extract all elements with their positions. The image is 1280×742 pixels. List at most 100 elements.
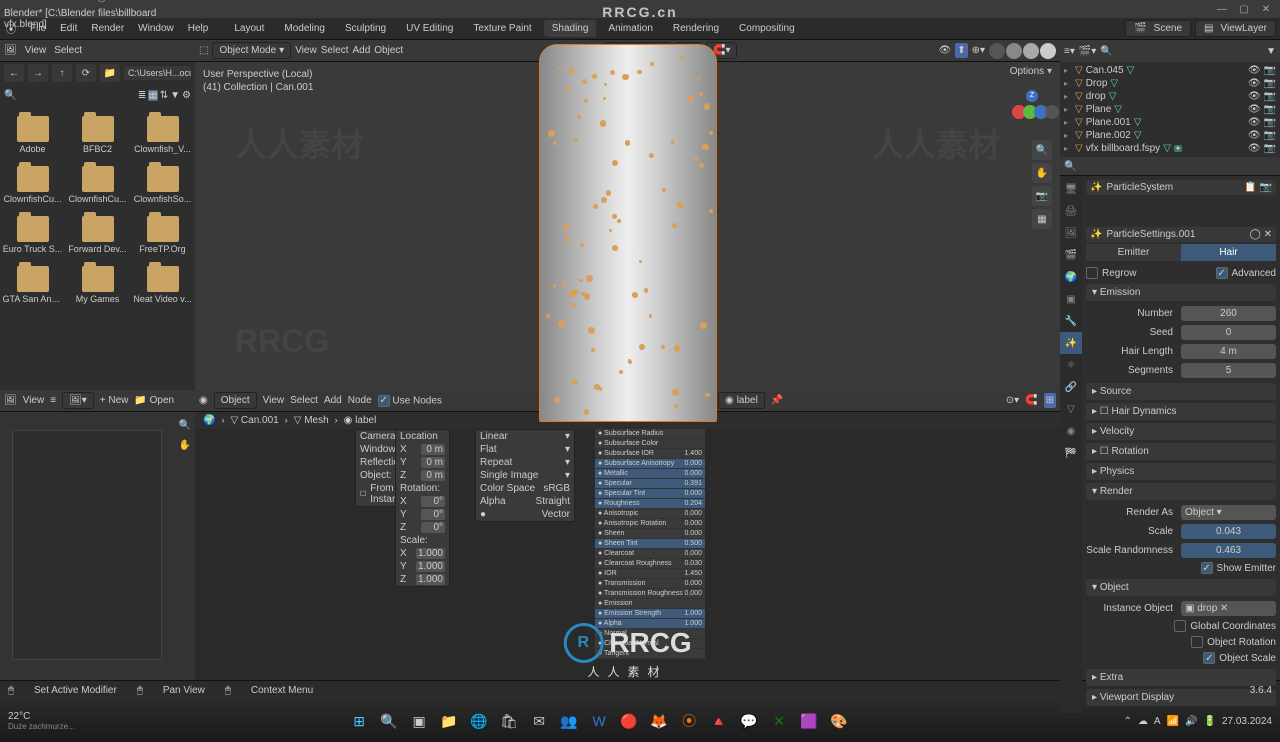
nav-newfolder-button[interactable]: 📁	[100, 64, 120, 82]
scene-selector[interactable]: 🎬Scene	[1125, 20, 1191, 37]
weather-temp[interactable]: 22°C	[8, 711, 75, 722]
tb-chrome[interactable]: 🔴	[616, 708, 642, 734]
tab-modeling[interactable]: Modeling	[276, 20, 333, 37]
bsdf-row[interactable]: ● Emission Strength1.000	[595, 609, 705, 619]
tab-rendering[interactable]: Rendering	[665, 20, 727, 37]
ptab-constraint[interactable]: 🔗	[1060, 376, 1082, 398]
camera-icon[interactable]: 📷	[1264, 104, 1276, 115]
bc-mat[interactable]: ◉ label	[344, 415, 377, 426]
tray-bat[interactable]: 🔋	[1203, 716, 1215, 727]
tb-teams[interactable]: 👥	[556, 708, 582, 734]
tray-cloud[interactable]: ☁	[1138, 716, 1148, 727]
node-overlay[interactable]: ⊙▾	[1006, 395, 1019, 406]
psys-name-field[interactable]: ✨ ParticleSystem📋 📷	[1086, 180, 1276, 195]
vp-options[interactable]: Options ▾	[1010, 66, 1052, 77]
outliner-row[interactable]: ▸▽Drop ▽👁📷	[1062, 77, 1278, 90]
bsdf-row[interactable]: ● Clearcoat Roughness0.030	[595, 559, 705, 569]
pan-tool[interactable]: ✋	[1032, 163, 1052, 183]
minimize-button[interactable]: —	[1212, 2, 1232, 16]
node-add[interactable]: Add	[324, 395, 342, 406]
outliner-row[interactable]: ▸▽drop ▽👁📷	[1062, 90, 1278, 103]
outliner-row[interactable]: ▸▽Can.045 ▽👁📷	[1062, 64, 1278, 77]
bc-world-icon[interactable]: 🌍	[203, 415, 215, 426]
node-select[interactable]: Select	[290, 395, 318, 406]
tab-uv[interactable]: UV Editing	[398, 20, 461, 37]
tb-edge[interactable]: 🌐	[466, 708, 492, 734]
folder-item[interactable]: ClownfishCu...	[2, 162, 63, 208]
bsdf-row[interactable]: ● Clearcoat0.000	[595, 549, 705, 559]
persp-tool[interactable]: ▦	[1032, 209, 1052, 229]
eye-icon[interactable]: 👁	[1248, 104, 1261, 115]
menu-window[interactable]: Window	[136, 23, 176, 34]
eye-icon[interactable]: 👁	[1248, 91, 1261, 102]
tb-firefox[interactable]: 🦊	[646, 708, 672, 734]
sec-emission[interactable]: ▾ Emission	[1086, 284, 1276, 301]
sec-velocity[interactable]: ▸ Velocity	[1086, 423, 1276, 440]
close-button[interactable]: ✕	[1256, 2, 1276, 16]
prop-value[interactable]: 4 m	[1181, 344, 1276, 359]
prop-value[interactable]: 260	[1181, 306, 1276, 321]
folder-item[interactable]: BFBC2	[67, 112, 128, 158]
bsdf-row[interactable]: ● Sheen Tint0.500	[595, 539, 705, 549]
show-emitter-check[interactable]: ✓	[1201, 562, 1213, 574]
eye-icon[interactable]: 👁	[1248, 117, 1261, 128]
camera-icon[interactable]: 📷	[1264, 143, 1276, 154]
ptab-object[interactable]: ▣	[1060, 288, 1082, 310]
fb-editor-icon[interactable]: 🖼	[4, 45, 17, 56]
camera-tool[interactable]: 📷	[1032, 186, 1052, 206]
node-editor-icon[interactable]: ◉	[199, 395, 208, 406]
overlay-toggle[interactable]: ⊕▾	[972, 45, 985, 56]
tb-blender[interactable]: ⦿	[676, 708, 702, 734]
nav-back-button[interactable]: ←	[4, 64, 24, 82]
folder-item[interactable]: My Games	[67, 262, 128, 308]
maximize-button[interactable]: ▢	[1234, 2, 1254, 16]
shading-solid[interactable]	[1006, 43, 1022, 59]
axis-grey[interactable]	[1045, 105, 1059, 119]
ptab-physics[interactable]: ⚛	[1060, 354, 1082, 376]
tray-vol[interactable]: 🔊	[1185, 716, 1197, 727]
sec-extra[interactable]: ▸ Extra	[1086, 669, 1276, 686]
bsdf-row[interactable]: ● Specular Tint0.000	[595, 489, 705, 499]
sec-viewport[interactable]: ▸ Viewport Display	[1086, 689, 1276, 706]
can-mesh[interactable]	[539, 44, 717, 422]
sec-object[interactable]: ▾ Object	[1086, 579, 1276, 596]
bsdf-row[interactable]: ● Transmission0.000	[595, 579, 705, 589]
vp-add[interactable]: Add	[352, 45, 370, 56]
bsdf-row[interactable]: ● Anisotropic Rotation0.000	[595, 519, 705, 529]
flag-global[interactable]	[1174, 620, 1186, 632]
tray-up[interactable]: ⌃	[1124, 716, 1132, 727]
outliner-funnel-icon[interactable]: ▼	[1266, 46, 1276, 57]
uv-view[interactable]: View	[23, 395, 45, 406]
axis-z[interactable]: Z	[1026, 90, 1038, 102]
start-button[interactable]: ⊞	[346, 708, 372, 734]
bsdf-row[interactable]: ● Specular0.391	[595, 479, 705, 489]
folder-item[interactable]: Euro Truck S...	[2, 212, 63, 258]
display-list-button[interactable]: ≣	[138, 90, 146, 101]
ptab-view[interactable]: 🖼	[1060, 222, 1082, 244]
shading-render[interactable]	[1040, 43, 1056, 59]
pin-icon[interactable]: 📌	[771, 395, 783, 406]
eye-icon[interactable]: 👁	[1248, 78, 1261, 89]
tb-word[interactable]: W	[586, 708, 612, 734]
vp-editor-icon[interactable]: ⬚	[199, 45, 208, 56]
outliner-row[interactable]: ▸▽Plane.001 ▽👁📷	[1062, 116, 1278, 129]
ptab-render[interactable]: 🖥	[1060, 178, 1082, 200]
selectability-icon[interactable]: 👁	[939, 45, 952, 56]
node-snap[interactable]: 🧲	[1025, 395, 1037, 406]
outliner-row[interactable]: ▸▽Plane ▽👁📷	[1062, 103, 1278, 116]
tray-wifi[interactable]: 📶	[1167, 716, 1179, 727]
sec-physics[interactable]: ▸ Physics	[1086, 463, 1276, 480]
use-nodes-check[interactable]: ✓ Use Nodes	[378, 395, 442, 407]
vp-select[interactable]: Select	[321, 45, 349, 56]
outliner-search2[interactable]: 🔍	[1064, 161, 1076, 172]
camera-icon[interactable]: 📷	[1264, 65, 1276, 76]
tray-date[interactable]: 27.03.2024	[1222, 716, 1272, 727]
nav-up-button[interactable]: ↑	[52, 64, 72, 82]
zoom-icon[interactable]: 🔍	[179, 420, 191, 431]
tab-compositing[interactable]: Compositing	[731, 20, 803, 37]
tab-emitter[interactable]: Emitter	[1086, 244, 1181, 261]
ptab-world[interactable]: 🌍	[1060, 266, 1082, 288]
sec-hairdyn[interactable]: ▸ ☐ Hair Dynamics	[1086, 403, 1276, 420]
pset-name-field[interactable]: ✨ ParticleSettings.001◯ ✕	[1086, 227, 1276, 242]
ptab-material[interactable]: ◉	[1060, 420, 1082, 442]
